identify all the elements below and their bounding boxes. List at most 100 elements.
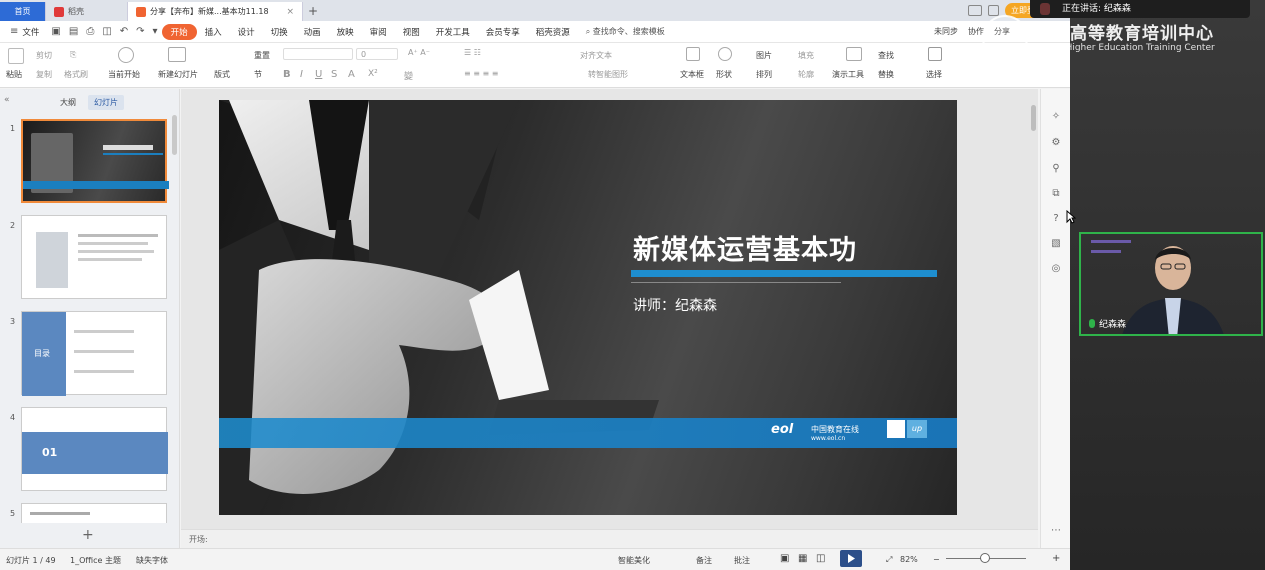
menu-file[interactable]: 文件 (22, 26, 47, 38)
sorter-view-icon[interactable]: ▦ (798, 553, 807, 564)
align-icons[interactable]: ≡ ≡ ≡ ≡ (464, 69, 498, 78)
zoom-level[interactable]: 82% (900, 555, 918, 564)
help-icon[interactable]: ? (1050, 213, 1062, 225)
from-current-button[interactable]: 当前开始 (108, 69, 140, 80)
tab-outline[interactable]: 大纲 (54, 95, 82, 110)
preview-icon[interactable]: ◫ (98, 26, 115, 37)
font-color-icon[interactable]: A (348, 69, 355, 80)
menu-member[interactable]: 会员专享 (478, 26, 528, 38)
comments-button[interactable]: 批注 (734, 555, 750, 566)
new-slide-button[interactable]: 新建幻灯片 (158, 69, 198, 80)
find-button[interactable]: 查找 (878, 50, 894, 61)
outline-button[interactable]: 轮廓 (798, 69, 814, 80)
copy-button[interactable]: 复制 (36, 69, 52, 80)
slide-thumbnail-1[interactable] (21, 119, 169, 203)
new-slide-icon[interactable] (168, 47, 186, 62)
format-painter-button[interactable]: 格式刷 (64, 69, 88, 80)
image-icon[interactable]: ▧ (1050, 238, 1062, 250)
italic-icon[interactable]: I (300, 69, 303, 80)
menu-slideshow[interactable]: 放映 (329, 26, 362, 38)
window-layout-icon[interactable] (968, 5, 982, 16)
textbox-icon[interactable] (686, 47, 700, 61)
slide-thumbnail-4[interactable]: 01 (21, 407, 168, 491)
missing-font[interactable]: 缺失字体 (136, 555, 168, 566)
globe-icon[interactable]: ◎ (1050, 263, 1062, 275)
text-effect-icon[interactable]: 變 (404, 69, 413, 82)
bold-icon[interactable]: B (283, 69, 291, 80)
current-slide[interactable]: 新媒体运营基本功 讲师：纪森森 eol 中国教育在线 www.eol.cn up (219, 100, 957, 515)
bullets-icon[interactable]: ☰ ☷ (464, 48, 481, 57)
notes-button[interactable]: 备注 (696, 555, 712, 566)
zoom-in-icon[interactable]: + (1052, 553, 1060, 564)
menu-transitions[interactable]: 切换 (263, 26, 296, 38)
command-search[interactable]: ⌕ 查找命令、搜索模板 (578, 26, 673, 37)
fit-icon[interactable]: ⤢ (886, 555, 892, 565)
tab-document[interactable]: 分享【奔布】新媒...基本功11.18 × (128, 2, 303, 21)
close-tab-icon[interactable]: × (286, 7, 294, 17)
menu-developer[interactable]: 开发工具 (428, 26, 478, 38)
copy-icon[interactable]: ⧉ (1050, 188, 1062, 200)
slide-thumbnail-3[interactable]: 目录 (21, 311, 167, 396)
replace-button[interactable]: 替换 (878, 69, 894, 80)
menu-home[interactable]: 开始 (161, 23, 197, 40)
fill-button[interactable]: 填充 (798, 50, 814, 61)
smart-beautify-button[interactable]: 智能美化 (618, 555, 650, 566)
font-size-select[interactable]: 0 (356, 48, 398, 60)
section-button[interactable]: 节 (254, 69, 262, 80)
menu-animations[interactable]: 动画 (296, 26, 329, 38)
add-slide-button[interactable]: + (82, 527, 94, 543)
arrange-button[interactable]: 排列 (756, 69, 772, 80)
tab-home[interactable]: 首页 (0, 2, 46, 21)
underline-icon[interactable]: U (315, 69, 322, 80)
collapse-panel-icon[interactable]: « (4, 95, 10, 105)
more-icon[interactable]: ⋯ (1050, 525, 1062, 537)
zoom-out-icon[interactable]: − (933, 555, 940, 564)
tab-daoke[interactable]: 稻壳 (46, 2, 128, 21)
reading-view-icon[interactable]: ◫ (816, 553, 825, 564)
pin-icon[interactable]: ⚲ (1050, 163, 1062, 175)
textbox-button[interactable]: 文本框 (680, 69, 704, 80)
strikethrough-icon[interactable]: S (331, 69, 337, 80)
present-tools-button[interactable]: 演示工具 (832, 69, 864, 80)
thumbnails-scrollbar[interactable] (172, 115, 177, 155)
paste-button[interactable]: 粘贴 (6, 69, 22, 80)
redo-icon[interactable]: ↷ (132, 26, 148, 37)
reset-button[interactable]: 重置 (254, 50, 270, 61)
settings-slider-icon[interactable]: ⚙ (1050, 137, 1062, 149)
play-from-current-icon[interactable] (118, 47, 134, 63)
shape-icon[interactable] (718, 47, 732, 61)
hamburger-icon[interactable]: ≡ (6, 26, 22, 37)
select-button[interactable]: 选择 (926, 69, 942, 80)
print-icon[interactable]: ⎙ (82, 26, 98, 37)
font-family-select[interactable] (283, 48, 353, 60)
menu-daoke-resources[interactable]: 稻壳资源 (528, 26, 578, 38)
sync-status[interactable]: 未同步 (934, 26, 958, 37)
slideshow-play-button[interactable] (840, 550, 862, 567)
font-grow-icon[interactable]: A⁺ A⁻ (408, 48, 430, 57)
format-painter-icon[interactable]: ⎘ (70, 50, 76, 60)
select-icon[interactable] (928, 47, 942, 61)
align-text-button[interactable]: 对齐文本 (580, 50, 612, 61)
convert-smartart-button[interactable]: 转智能图形 (588, 69, 628, 80)
new-tab-button[interactable]: + (303, 2, 323, 21)
quick-access-chevron-icon[interactable]: ▾ (149, 26, 162, 37)
shape-button[interactable]: 形状 (716, 69, 732, 80)
zoom-slider-knob[interactable] (980, 553, 990, 563)
menu-insert[interactable]: 插入 (197, 26, 230, 38)
paste-icon[interactable] (8, 48, 24, 64)
export-icon[interactable]: ▤ (65, 26, 82, 37)
picture-button[interactable]: 图片 (756, 50, 772, 61)
superscript-icon[interactable]: X² (368, 69, 378, 79)
normal-view-icon[interactable]: ▣ (780, 553, 789, 564)
canvas-scrollbar[interactable] (1031, 105, 1036, 131)
save-icon[interactable]: ▣ (47, 26, 64, 37)
cut-button[interactable]: 剪切 (36, 50, 52, 61)
layout-button[interactable]: 版式 (214, 69, 230, 80)
menu-design[interactable]: 设计 (230, 26, 263, 38)
slide-thumbnail-5[interactable] (21, 503, 167, 523)
participant-video-tile[interactable]: 纪森森 (1079, 232, 1263, 336)
notes-pane[interactable]: 开场: (181, 529, 1038, 548)
magic-icon[interactable]: ✧ (1050, 111, 1062, 123)
tab-slides[interactable]: 幻灯片 (88, 95, 124, 110)
slide-thumbnail-2[interactable] (21, 215, 167, 299)
